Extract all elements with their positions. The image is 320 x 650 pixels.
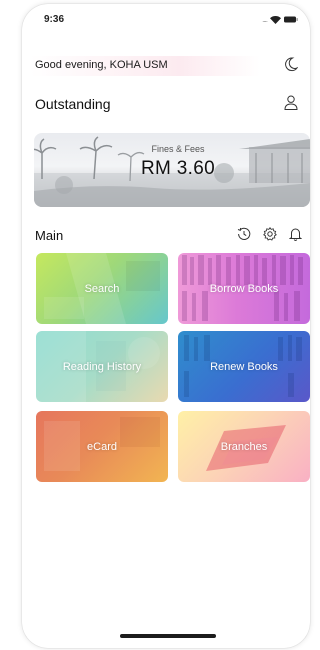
borrow-books-tile[interactable]: Borrow Books (178, 253, 310, 324)
status-bar: 9:36 .... (22, 4, 310, 34)
gear-icon[interactable] (263, 227, 277, 246)
renew-books-tile-label: Renew Books (210, 360, 278, 373)
greeting-row: Good evening, KOHA USM (22, 52, 310, 78)
fines-amount: RM 3.60 (141, 158, 215, 179)
main-icons (237, 227, 303, 246)
signal-dots: .... (262, 15, 268, 24)
main-title: Main (35, 228, 64, 243)
main-row: Main (22, 225, 310, 247)
fines-card[interactable]: Fines & Fees RM 3.60 (34, 133, 310, 207)
wifi-icon (270, 15, 281, 24)
reading-history-tile-label: Reading History (62, 360, 142, 373)
reading-history-tile[interactable]: Reading History (36, 331, 168, 402)
battery-icon (284, 16, 298, 23)
outstanding-row: Outstanding (22, 90, 310, 116)
history-icon[interactable] (237, 227, 251, 246)
search-tile-label: Search (84, 282, 120, 295)
fines-label: Fines & Fees (151, 144, 205, 154)
phone-screen: 9:36 .... Good evening, KOHA USM Outstan… (22, 4, 310, 648)
greeting-text: Good evening, KOHA USM (35, 59, 168, 71)
ecard-tile[interactable]: eCard (36, 411, 168, 482)
search-tile[interactable]: Search (36, 253, 168, 324)
status-time: 9:36 (44, 14, 65, 25)
bell-icon[interactable] (288, 227, 303, 246)
borrow-books-tile-label: Borrow Books (209, 282, 279, 295)
status-icons: .... (262, 15, 298, 24)
moon-icon[interactable] (284, 57, 299, 77)
renew-books-tile[interactable]: Renew Books (178, 331, 310, 402)
user-icon[interactable] (284, 95, 298, 115)
home-indicator[interactable] (120, 634, 216, 638)
ecard-tile-label: eCard (87, 440, 117, 453)
branches-tile[interactable]: Branches (178, 411, 310, 482)
branches-tile-label: Branches (220, 440, 268, 453)
outstanding-title: Outstanding (35, 96, 111, 112)
